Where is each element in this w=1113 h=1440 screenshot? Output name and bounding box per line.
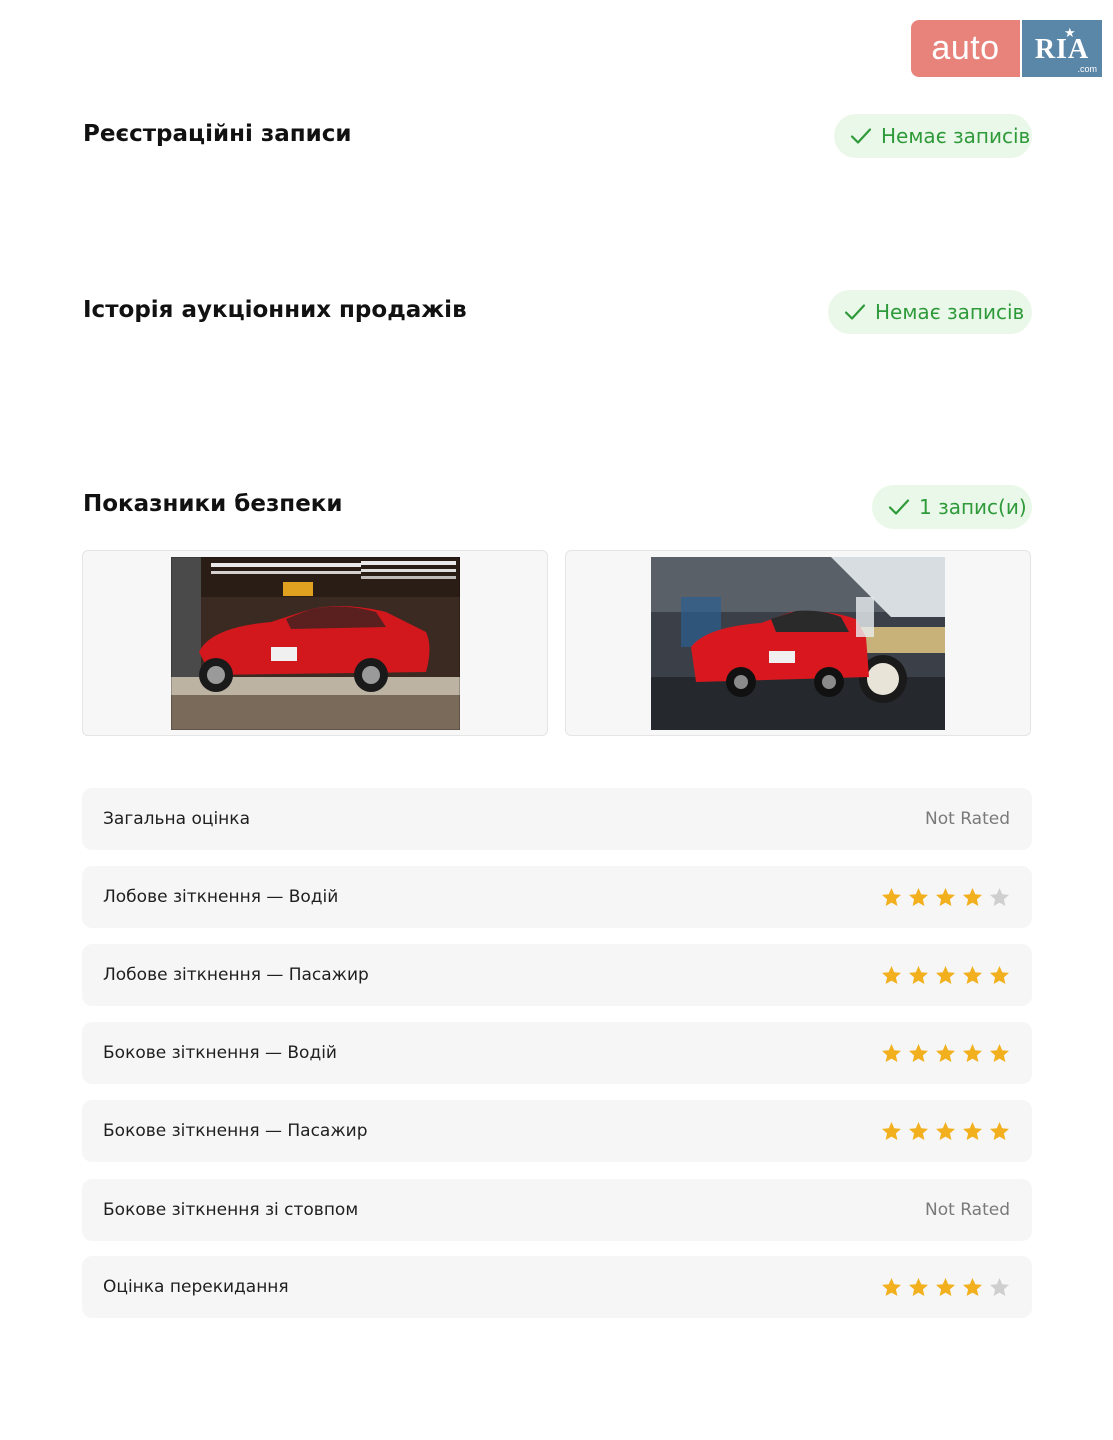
photo-card-side[interactable] [565, 550, 1031, 736]
frontal-crash-test-photo [170, 557, 460, 730]
registration-badge-text: Немає записів [881, 124, 1031, 148]
logo-auto: auto [911, 20, 1020, 77]
rating-label: Лобове зіткнення — Пасажир [103, 965, 369, 985]
star-filled-icon [882, 1277, 901, 1296]
rating-label: Бокове зіткнення — Пасажир [103, 1121, 368, 1141]
star-filled-icon [936, 1043, 955, 1062]
auction-title: Історія аукціонних продажів [83, 297, 467, 323]
safety-title: Показники безпеки [83, 491, 343, 517]
star-filled-icon [936, 1121, 955, 1140]
checkmark-icon [844, 303, 866, 321]
star-filled-icon [909, 1277, 928, 1296]
star-filled-icon [936, 1277, 955, 1296]
star-filled-icon [990, 965, 1009, 984]
star-filled-icon [882, 1043, 901, 1062]
star-filled-icon [963, 1277, 982, 1296]
star-filled-icon [963, 965, 982, 984]
side-crash-test-photo [651, 557, 945, 730]
rating-label: Бокове зіткнення — Водій [103, 1043, 337, 1063]
rating-value: Not Rated [925, 1200, 1010, 1220]
star-rating [881, 965, 1010, 986]
rating-row: Оцінка перекидання [82, 1256, 1032, 1318]
star-filled-icon [909, 965, 928, 984]
rating-row: Бокове зіткнення — Водій [82, 1022, 1032, 1084]
rating-label: Загальна оцінка [103, 809, 250, 829]
logo-ria: ★ RIA .com [1022, 20, 1102, 77]
logo-ria-suffix: .com [1077, 64, 1097, 74]
checkmark-icon [850, 127, 872, 145]
star-filled-icon [936, 965, 955, 984]
rating-row: Бокове зіткнення — Пасажир [82, 1100, 1032, 1162]
star-empty-icon [990, 1277, 1009, 1296]
star-filled-icon [882, 887, 901, 906]
star-filled-icon [990, 1121, 1009, 1140]
star-empty-icon [990, 887, 1009, 906]
star-rating [881, 887, 1010, 908]
rating-row: Лобове зіткнення — Пасажир [82, 944, 1032, 1006]
rating-label: Лобове зіткнення — Водій [103, 887, 339, 907]
star-filled-icon [963, 887, 982, 906]
safety-status-badge: 1 запис(и) [872, 485, 1032, 529]
auction-status-badge: Немає записів [828, 290, 1032, 334]
rating-row: Загальна оцінка Not Rated [82, 788, 1032, 850]
star-icon: ★ [1064, 26, 1076, 41]
logo-ria-text: RIA [1034, 33, 1090, 65]
rating-label: Бокове зіткнення зі стовпом [103, 1200, 359, 1220]
star-filled-icon [963, 1043, 982, 1062]
autoria-logo[interactable]: auto ★ RIA .com [911, 20, 1102, 77]
auction-badge-text: Немає записів [875, 300, 1025, 324]
star-filled-icon [909, 1121, 928, 1140]
registration-title: Реєстраційні записи [83, 121, 352, 147]
star-filled-icon [882, 965, 901, 984]
star-rating [881, 1043, 1010, 1064]
star-filled-icon [936, 887, 955, 906]
star-filled-icon [882, 1121, 901, 1140]
safety-badge-text: 1 запис(и) [919, 495, 1027, 519]
rating-row: Бокове зіткнення зі стовпом Not Rated [82, 1179, 1032, 1241]
checkmark-icon [888, 498, 910, 516]
registration-status-badge: Немає записів [834, 114, 1032, 158]
photo-card-frontal[interactable] [82, 550, 548, 736]
rating-value: Not Rated [925, 809, 1010, 829]
star-filled-icon [909, 887, 928, 906]
rating-label: Оцінка перекидання [103, 1277, 289, 1297]
rating-row: Лобове зіткнення — Водій [82, 866, 1032, 928]
star-filled-icon [909, 1043, 928, 1062]
star-filled-icon [990, 1043, 1009, 1062]
star-rating [881, 1121, 1010, 1142]
star-filled-icon [963, 1121, 982, 1140]
star-rating [881, 1277, 1010, 1298]
